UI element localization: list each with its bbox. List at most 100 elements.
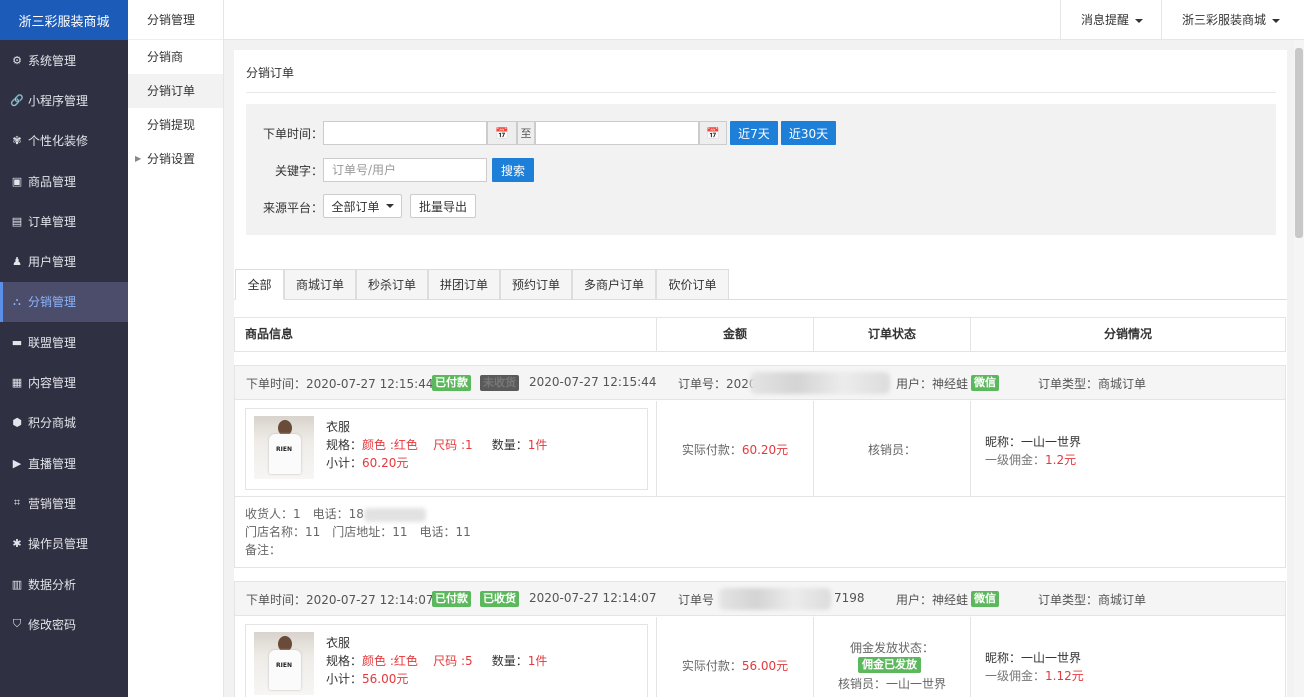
order-number-suffix: 7198 (834, 591, 865, 605)
qty-label: 数量： (491, 654, 528, 668)
tab-group[interactable]: 拼团订单 (428, 269, 500, 300)
sidebar-item-label: 操作员管理 (28, 537, 89, 552)
tab-booking[interactable]: 预约订单 (500, 269, 572, 300)
sidebar-item-label: 积分商城 (28, 416, 77, 431)
commission-status-badge: 佣金已发放 (858, 657, 921, 673)
sitemap-icon: ⛬ (13, 294, 21, 308)
goods-name: 衣服 (326, 420, 351, 434)
page-title: 分销订单 (246, 66, 295, 80)
subnav-item-label: 分销设置 (147, 152, 196, 166)
status-cell: 佣金发放状态： 佣金已发放 核销员：一山一世界 (814, 617, 971, 697)
order-body: RIEN 衣服 规格：颜色 :红色 尺码 :5 数量：1件 小计：56.00元 … (235, 617, 1285, 697)
sidebar-item-0[interactable]: ⚙ 系统管理 (0, 40, 128, 80)
sidebar-item-8[interactable]: ▦ 内容管理 (0, 362, 128, 402)
sub-sidebar: 分销管理 分销商 分销订单 分销提现 ▶ 分销设置 (128, 0, 224, 697)
th-amount: 金额 (657, 318, 814, 351)
order-time-label: 下单时间： (263, 127, 324, 141)
product-thumbnail[interactable]: RIEN (254, 416, 314, 479)
status-cell: 核销员： (814, 401, 971, 496)
divider (246, 92, 1276, 93)
calendar-icon[interactable]: 📅 (487, 121, 517, 145)
calendar-icon[interactable]: 📅 (699, 121, 727, 145)
order-header: 下单时间：2020-07-27 12:14:07 已付款 已收货 2020-07… (235, 582, 1285, 616)
top-bar: 消息提醒 浙三彩服装商城 (224, 0, 1304, 40)
tab-mall[interactable]: 商城订单 (284, 269, 356, 300)
content-icon: ▦ (11, 376, 23, 390)
sidebar-item-4[interactable]: ▤ 订单管理 (0, 201, 128, 241)
sidebar-item-label: 小程序管理 (28, 93, 89, 108)
order-number: 订单号 (678, 593, 715, 607)
tab-bargain[interactable]: 砍价订单 (656, 269, 729, 300)
sidebar-item-5[interactable]: ♟ 用户管理 (0, 241, 128, 281)
scroll-thumb[interactable] (1295, 48, 1303, 238)
date-end-input[interactable] (535, 121, 699, 145)
paid-label: 实际付款： (681, 443, 742, 457)
level1-label: 一级佣金： (985, 453, 1046, 467)
distribution-cell: 昵称：一山一世界 一级佣金：1.12元 (971, 617, 1285, 697)
sidebar-item-9[interactable]: ⬢ 积分商城 (0, 403, 128, 443)
sidebar-item-label: 修改密码 (28, 617, 77, 632)
sidebar-item-label: 订单管理 (28, 214, 77, 229)
redacted-blur (750, 372, 890, 394)
goods-cell: RIEN 衣服 规格：颜色 :红色 尺码 :1 数量：1件 小计：60.20元 (235, 401, 657, 496)
messages-label: 消息提醒 (1081, 13, 1130, 27)
distributor-nickname: 昵称：一山一世界 (985, 435, 1082, 449)
shop-label: 浙三彩服装商城 (1182, 13, 1267, 27)
keyword-input[interactable]: 订单号/用户 (323, 158, 487, 182)
sidebar-item-13[interactable]: ▥ 数据分析 (0, 564, 128, 604)
sidebar-item-12[interactable]: ✱ 操作员管理 (0, 524, 128, 564)
sidebar-item-6[interactable]: ⛬ 分销管理 (0, 281, 128, 323)
caret-right-icon: ▶ (135, 154, 142, 163)
last-30-days-button[interactable]: 近30天 (781, 121, 836, 145)
tab-flash[interactable]: 秒杀订单 (356, 269, 428, 300)
qty-label: 数量： (491, 438, 528, 452)
export-button[interactable]: 批量导出 (410, 194, 476, 218)
table-header: 商品信息 金额 订单状态 分销情况 (234, 317, 1286, 352)
th-goods: 商品信息 (235, 318, 657, 351)
status-badge-receipt: 已收货 (480, 591, 519, 607)
paid-label: 实际付款： (681, 659, 742, 673)
sidebar-item-1[interactable]: 🔗 小程序管理 (0, 80, 128, 120)
subnav-item-orders[interactable]: 分销订单 (128, 74, 223, 108)
subnav-item-distributors[interactable]: 分销商 (128, 40, 223, 74)
caret-down-icon (1272, 18, 1281, 23)
page-scrollbar[interactable] (1294, 40, 1304, 697)
sidebar-item-10[interactable]: ▶ 直播管理 (0, 443, 128, 483)
product-thumbnail[interactable]: RIEN (254, 632, 314, 695)
sidebar-item-label: 数据分析 (28, 577, 77, 592)
source-value: 全部订单 (331, 199, 380, 214)
tab-multi-merchant[interactable]: 多商户订单 (572, 269, 656, 300)
cog-icon: ✱ (12, 537, 22, 551)
divider (235, 496, 1285, 497)
sidebar-item-11[interactable]: ⌗ 营销管理 (0, 483, 128, 523)
date-start-input[interactable] (323, 121, 487, 145)
order-time-2: 2020-07-27 12:14:07 (529, 591, 657, 605)
paid-value: 56.00元 (741, 659, 789, 673)
order-type: 订单类型：商城订单 (1038, 377, 1147, 391)
sidebar-item-label: 直播管理 (28, 456, 77, 471)
caret-down-icon (1135, 18, 1144, 23)
goods-spec: 规格：颜色 :红色 尺码 :5 数量：1件 (326, 652, 547, 669)
subtotal-value: 60.20元 (362, 456, 409, 470)
sidebar-item-14[interactable]: ⛉ 修改密码 (0, 604, 128, 644)
search-button[interactable]: 搜索 (492, 158, 534, 182)
brand-logo[interactable]: 浙三彩服装商城 (0, 0, 128, 40)
shop-dropdown[interactable]: 浙三彩服装商城 (1161, 0, 1300, 40)
calendar-icon: ▤ (11, 214, 23, 228)
tab-all[interactable]: 全部 (235, 269, 284, 300)
subnav-item-settings[interactable]: ▶ 分销设置 (128, 142, 223, 176)
subnav-item-withdraw[interactable]: 分销提现 (128, 108, 223, 142)
verifier: 核销员： (867, 443, 916, 457)
last-7-days-button[interactable]: 近7天 (730, 121, 778, 145)
messages-dropdown[interactable]: 消息提醒 (1060, 0, 1163, 40)
sidebar-item-label: 系统管理 (28, 53, 77, 68)
commission-status-label: 佣金发放状态： (849, 641, 934, 655)
sidebar-item-2[interactable]: ✾ 个性化装修 (0, 121, 128, 161)
sidebar-item-7[interactable]: ▬ 联盟管理 (0, 322, 128, 362)
store-info: 门店名称：11 门店地址：11 电话：11 (245, 525, 471, 539)
spec-size: 尺码 :1 (433, 438, 473, 452)
sidebar-item-3[interactable]: ▣ 商品管理 (0, 161, 128, 201)
briefcase-icon: ▣ (11, 174, 23, 188)
source-select[interactable]: 全部订单 (323, 194, 402, 218)
verifier: 核销员：一山一世界 (837, 677, 946, 691)
